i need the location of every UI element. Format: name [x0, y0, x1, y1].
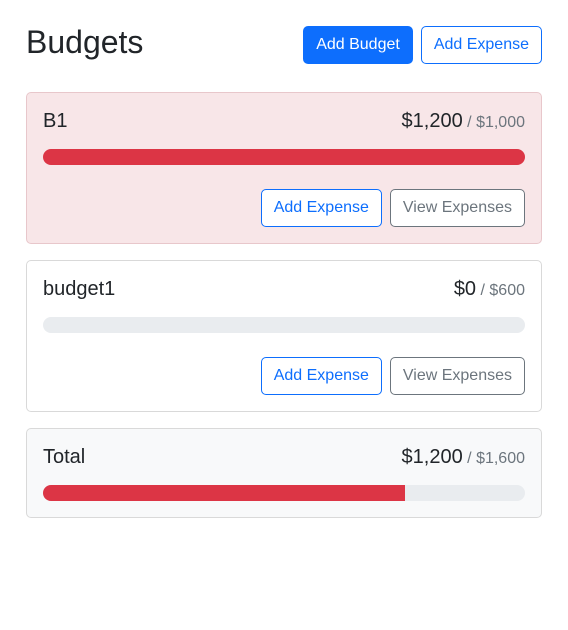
- budget-view-expenses-button[interactable]: View Expenses: [389, 189, 525, 227]
- budget-amounts: $0 / $600: [454, 278, 525, 301]
- total-name: Total: [43, 446, 86, 468]
- budget-progress-bar: [43, 149, 525, 165]
- total-progress-track: [43, 485, 525, 501]
- budget-spent-amount: $0: [453, 278, 477, 300]
- budget-add-expense-button[interactable]: Add Expense: [260, 357, 382, 395]
- budget-card-b1: B1 $1,200 / $1,000 Add Expense View Expe…: [26, 92, 542, 244]
- budget-name: budget1: [43, 278, 116, 300]
- budget-max-amount: / $600: [480, 282, 525, 299]
- budget-name: B1: [43, 110, 68, 132]
- budget-card-header: budget1 $0 / $600: [43, 277, 525, 303]
- header-actions: Add Budget Add Expense: [303, 26, 542, 64]
- page-title: Budgets: [26, 24, 144, 60]
- budget-view-expenses-button[interactable]: View Expenses: [389, 357, 525, 395]
- budget-card-actions: Add Expense View Expenses: [43, 189, 525, 227]
- budget-card-budget1: budget1 $0 / $600 Add Expense View Expen…: [26, 260, 542, 412]
- page-header: Budgets Add Budget Add Expense: [26, 24, 542, 64]
- budget-card-actions: Add Expense View Expenses: [43, 357, 525, 395]
- budget-max-amount: / $1,000: [467, 114, 525, 131]
- total-progress-bar: [43, 485, 405, 501]
- total-amounts: $1,200 / $1,600: [402, 446, 525, 469]
- total-card-header: Total $1,200 / $1,600: [43, 445, 525, 471]
- budget-amounts: $1,200 / $1,000: [402, 110, 525, 133]
- total-spent-amount: $1,200: [401, 446, 463, 468]
- budget-progress-track: [43, 149, 525, 165]
- add-expense-button[interactable]: Add Expense: [420, 26, 542, 64]
- budget-add-expense-button[interactable]: Add Expense: [260, 189, 382, 227]
- budget-card-header: B1 $1,200 / $1,000: [43, 109, 525, 135]
- add-budget-button[interactable]: Add Budget: [303, 26, 413, 64]
- total-card: Total $1,200 / $1,600: [26, 428, 542, 518]
- budget-progress-track: [43, 317, 525, 333]
- total-max-amount: / $1,600: [467, 450, 525, 467]
- budgets-page: Budgets Add Budget Add Expense B1 $1,200…: [26, 24, 542, 534]
- budget-spent-amount: $1,200: [401, 110, 463, 132]
